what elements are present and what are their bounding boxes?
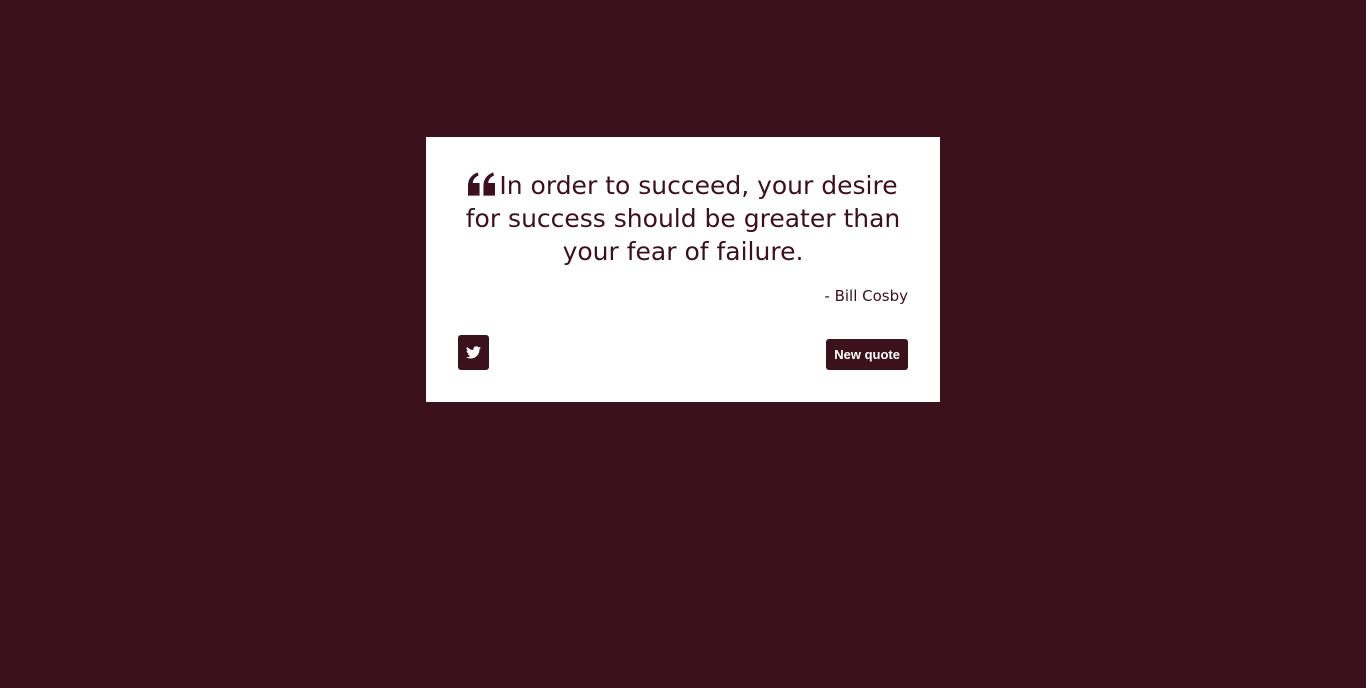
twitter-icon	[466, 346, 481, 359]
quote-text: In order to succeed, your desire for suc…	[465, 171, 901, 266]
tweet-quote-button[interactable]	[458, 335, 489, 370]
new-quote-button[interactable]: New quote	[826, 339, 908, 370]
quote-controls: New quote	[458, 335, 908, 370]
quote-left-icon	[468, 171, 496, 196]
quote-box: In order to succeed, your desire for suc…	[426, 137, 940, 402]
quote-author: - Bill Cosby	[824, 287, 908, 305]
quote-text-block: In order to succeed, your desire for suc…	[458, 167, 908, 268]
